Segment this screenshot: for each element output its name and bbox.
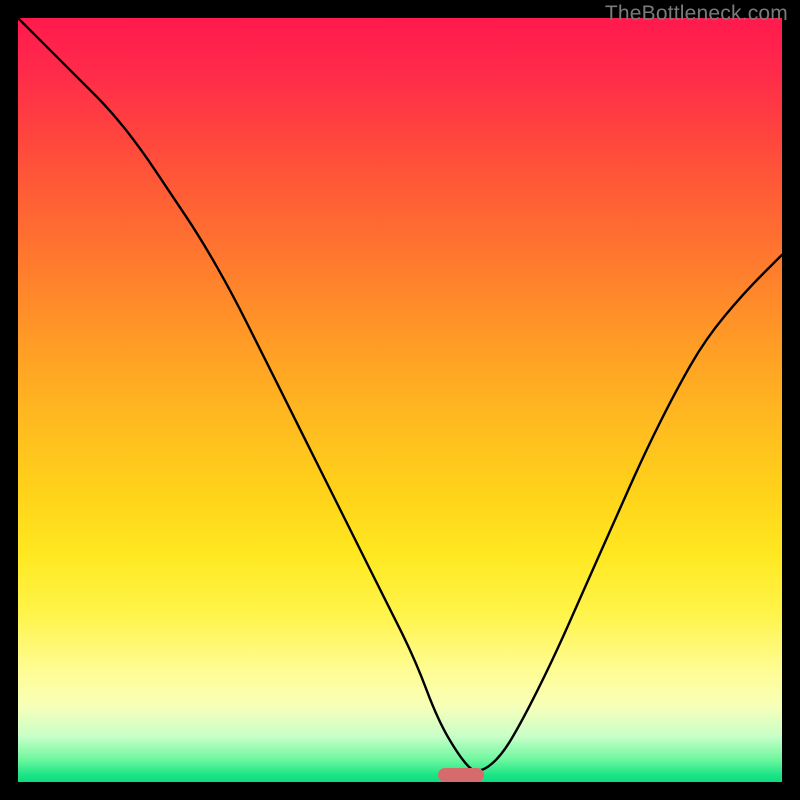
chart-plot-area <box>18 18 782 782</box>
bottleneck-curve <box>18 18 782 782</box>
optimal-marker <box>438 768 484 782</box>
watermark-text: TheBottleneck.com <box>605 2 788 26</box>
chart-frame: TheBottleneck.com <box>0 0 800 800</box>
